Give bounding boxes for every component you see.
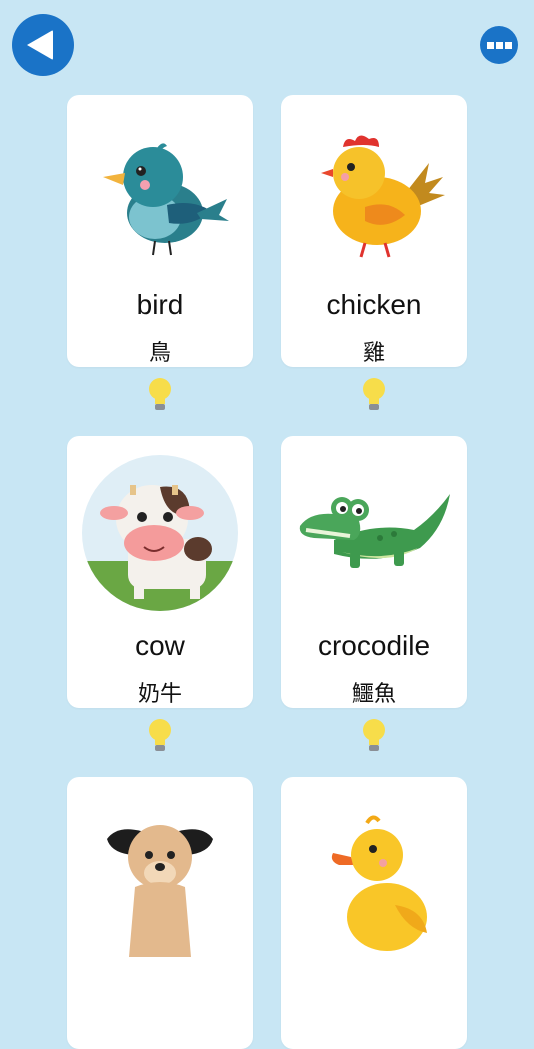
duck-icon (281, 777, 467, 967)
flashcard-cow[interactable]: cow 奶牛 (67, 436, 253, 708)
lightbulb-icon[interactable] (361, 718, 387, 754)
lightbulb-icon[interactable] (361, 377, 387, 413)
card-english-word: bird (136, 289, 184, 320)
card-english-word: chicken (326, 289, 422, 320)
more-menu-button[interactable] (480, 26, 518, 64)
flashcard-duck[interactable] (281, 777, 467, 1049)
back-button[interactable] (12, 14, 74, 76)
card-chinese-word: 鳥 (148, 341, 171, 366)
lightbulb-icon[interactable] (147, 377, 173, 413)
card-chinese-word: 雞 (362, 341, 385, 366)
dog-icon (67, 777, 253, 967)
card-english-word: cow (135, 630, 185, 661)
card-chinese-word: 鱷魚 (351, 682, 396, 707)
card-chinese-word: 奶牛 (137, 682, 182, 707)
card-english-word: crocodile (317, 630, 431, 661)
flashcard-crocodile[interactable]: crocodile 鱷魚 (281, 436, 467, 708)
dot (504, 41, 512, 49)
flashcard-dog[interactable] (67, 777, 253, 1049)
crocodile-icon (281, 436, 467, 626)
cow-icon (67, 436, 253, 626)
flashcard-chicken[interactable]: chicken 雞 (281, 95, 467, 367)
flashcard-bird[interactable]: bird 鳥 (67, 95, 253, 367)
lightbulb-icon[interactable] (147, 718, 173, 754)
chicken-icon (281, 95, 467, 285)
dot (495, 41, 503, 49)
back-triangle-icon (27, 30, 53, 60)
bird-icon (67, 95, 253, 285)
dot (486, 41, 494, 49)
